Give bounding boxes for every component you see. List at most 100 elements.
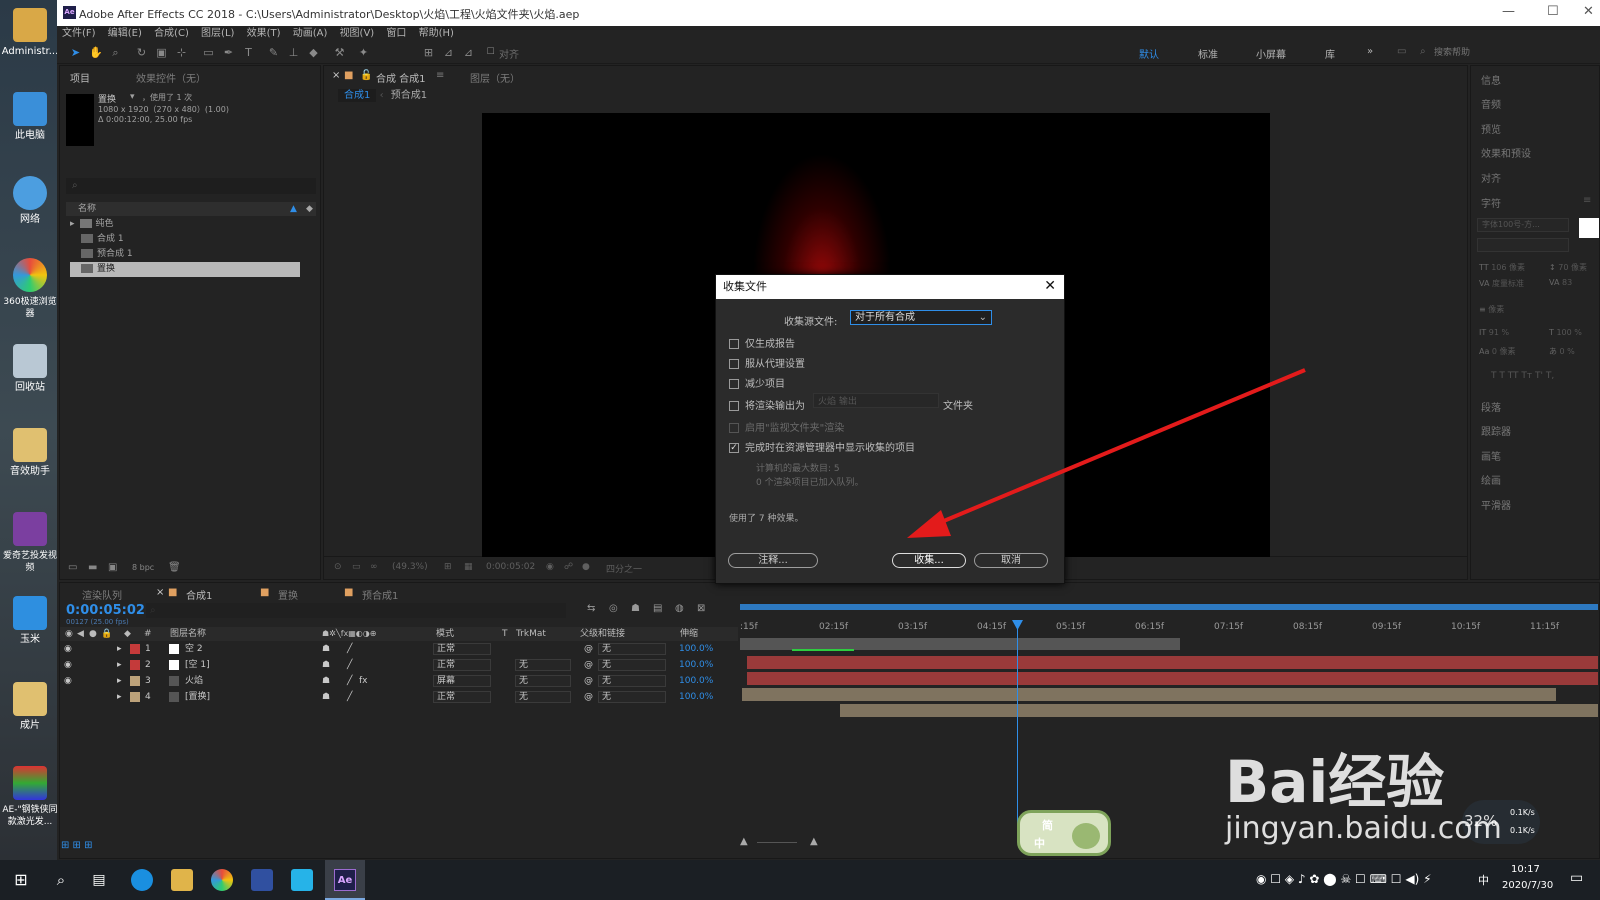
eye-icon[interactable]: ◉	[64, 657, 72, 673]
stretch-value[interactable]: 100.0%	[679, 673, 713, 689]
tab-project[interactable]: 项目	[70, 70, 90, 85]
brush-tool-icon[interactable]: ✎	[267, 46, 280, 59]
camera-tool-icon[interactable]: ▣	[155, 46, 168, 59]
roto-brush-tool-icon[interactable]: ⚒	[333, 46, 346, 59]
panel-smoother[interactable]: 平滑器	[1481, 497, 1511, 512]
search-icon[interactable]: ⌕	[50, 869, 72, 891]
expand-arrow-icon[interactable]: ▸	[117, 657, 122, 673]
rectangle-tool-icon[interactable]: ▭	[202, 46, 215, 59]
layer-name[interactable]: [置换]	[185, 689, 210, 705]
menu-file[interactable]: 文件(F)	[62, 26, 96, 42]
motion-blur-icon[interactable]: ◍	[675, 603, 684, 614]
panel-character[interactable]: 字符	[1481, 195, 1501, 210]
task-view-icon[interactable]: ▤	[88, 869, 110, 891]
desktop-icon-ae-laser[interactable]: AE-"钢铁侠同款激光发...	[0, 766, 60, 828]
horizontal-scale-field[interactable]: T 100 %	[1549, 328, 1582, 337]
option-watch-folder[interactable]: 启用"监视文件夹"渲染	[729, 419, 844, 434]
panel-audio[interactable]: 音频	[1481, 96, 1501, 111]
checkbox[interactable]	[729, 423, 739, 433]
eraser-tool-icon[interactable]: ◆	[307, 46, 320, 59]
zoom-slider[interactable]	[757, 842, 797, 843]
mode-dropdown[interactable]: 正常	[433, 643, 491, 655]
trkmat-dropdown[interactable]: 无	[515, 691, 571, 703]
panel-preview[interactable]: 预览	[1481, 121, 1501, 136]
cancel-button[interactable]: 取消	[974, 553, 1048, 568]
tab-effect-controls[interactable]: 效果控件（无）	[136, 70, 206, 85]
layer-bar-2[interactable]	[747, 672, 1598, 685]
local-axis-icon[interactable]: ⊞	[422, 46, 435, 59]
panel-brushes[interactable]: 画笔	[1481, 448, 1501, 463]
vertical-scale-field[interactable]: IT 91 %	[1479, 328, 1509, 337]
browser-360-icon[interactable]	[211, 869, 233, 891]
notification-icon[interactable]: ▭	[1570, 870, 1583, 886]
parent-dropdown[interactable]: 无	[598, 691, 666, 703]
menu-layer[interactable]: 图层(L)	[201, 26, 234, 42]
shy-switch-icon[interactable]: ☗	[322, 657, 330, 673]
comment-button[interactable]: 注释...	[728, 553, 818, 568]
eye-icon[interactable]: ◉	[64, 641, 72, 657]
tsume-field[interactable]: あ 0 %	[1549, 346, 1575, 357]
font-size-field[interactable]: TT 106 像素	[1479, 262, 1525, 273]
project-item-precomp1[interactable]: 预合成 1	[70, 247, 310, 262]
text-tool-icon[interactable]: T	[242, 46, 255, 59]
desktop-icon-output[interactable]: 成片	[0, 682, 60, 732]
desktop-icon-360-browser[interactable]: 360极速浏览器	[0, 258, 60, 320]
layer-bar-1[interactable]	[747, 656, 1598, 669]
stretch-value[interactable]: 100.0%	[679, 657, 713, 673]
zoom-out-icon[interactable]: ▲	[740, 836, 748, 847]
kerning-field[interactable]: VA 度量标准	[1479, 278, 1524, 289]
tab-displace[interactable]: 置换	[278, 587, 298, 602]
desktop-icon-iqiyi[interactable]: 爱奇艺投发视频	[0, 512, 60, 574]
option-change-render-output[interactable]: 将渲染输出为	[729, 397, 805, 412]
pickwhip-icon[interactable]: @	[584, 641, 593, 657]
layer-name[interactable]: [空 1]	[185, 657, 210, 673]
label-color-swatch[interactable]	[130, 660, 140, 670]
current-time-display[interactable]: 0:00:05:02	[486, 562, 535, 572]
clock-time[interactable]: 10:17	[1511, 864, 1540, 875]
close-tab-icon[interactable]: ×	[332, 70, 340, 81]
app-icon[interactable]	[251, 869, 273, 891]
font-style-dropdown[interactable]	[1477, 238, 1569, 252]
quality-switch-icon[interactable]: ╱	[347, 641, 352, 657]
quality-switch-icon[interactable]: ╱	[347, 673, 352, 689]
workspace-small-screen[interactable]: 小屏幕	[1256, 46, 1286, 61]
tray-icons[interactable]: ◉ ☐ ◈ ♪ ✿ ⬤ ☠ ☐ ⌨ ☐ ◀) ⚡	[1256, 872, 1432, 886]
stroke-width-field[interactable]: ≡ 像素	[1479, 304, 1504, 315]
parent-dropdown[interactable]: 无	[598, 643, 666, 655]
pan-behind-tool-icon[interactable]: ⊹	[175, 46, 188, 59]
layer-search-input[interactable]	[146, 603, 566, 618]
parent-dropdown[interactable]: 无	[598, 659, 666, 671]
expand-arrow-icon[interactable]: ▸	[117, 641, 122, 657]
label-color-swatch[interactable]	[130, 644, 140, 654]
layer-switches-toggle-icon[interactable]: ⊞ ⊞ ⊞	[61, 840, 93, 851]
more-workspaces-icon[interactable]: »	[1367, 46, 1373, 57]
shy-switch-icon[interactable]: ☗	[322, 673, 330, 689]
comp-mini-flowchart-icon[interactable]: ⇆	[587, 603, 595, 614]
col-stretch[interactable]: 伸缩	[680, 627, 698, 641]
maximize-button[interactable]: ☐	[1547, 4, 1559, 19]
panel-paragraph[interactable]: 段落	[1481, 399, 1501, 414]
col-layer-name[interactable]: 图层名称	[170, 627, 206, 641]
search-help-input[interactable]	[1434, 45, 1584, 60]
breadcrumb-comp1[interactable]: 合成1	[338, 89, 377, 102]
font-family-dropdown[interactable]: 字体100号-方...	[1477, 218, 1569, 232]
menu-effect[interactable]: 效果(T)	[247, 26, 281, 42]
parent-dropdown[interactable]: 无	[598, 675, 666, 687]
app-icon[interactable]	[291, 869, 313, 891]
delete-icon[interactable]: 🗑	[168, 562, 181, 573]
option-obey-proxy[interactable]: 服从代理设置	[729, 355, 805, 370]
hide-shy-layers-icon[interactable]: ☗	[631, 603, 640, 614]
snapshot-icon[interactable]: ◉	[546, 562, 554, 572]
eye-icon[interactable]: ◉	[64, 673, 72, 689]
option-report-only[interactable]: 仅生成报告	[729, 335, 795, 350]
channel-icon[interactable]: ●	[582, 562, 590, 572]
pickwhip-icon[interactable]: @	[584, 673, 593, 689]
work-area-bar[interactable]	[740, 604, 1598, 610]
taskbar-ae-active[interactable]: Ae	[325, 860, 365, 900]
current-time-indicator[interactable]	[1017, 620, 1018, 840]
expand-arrow-icon[interactable]: ▸	[70, 219, 75, 229]
ime-indicator[interactable]: 简 中	[1017, 810, 1111, 856]
workspace-standard[interactable]: 标准	[1198, 46, 1218, 61]
sort-up-icon[interactable]: ▲	[290, 202, 297, 216]
tab-render-queue[interactable]: 渲染队列	[82, 587, 122, 602]
